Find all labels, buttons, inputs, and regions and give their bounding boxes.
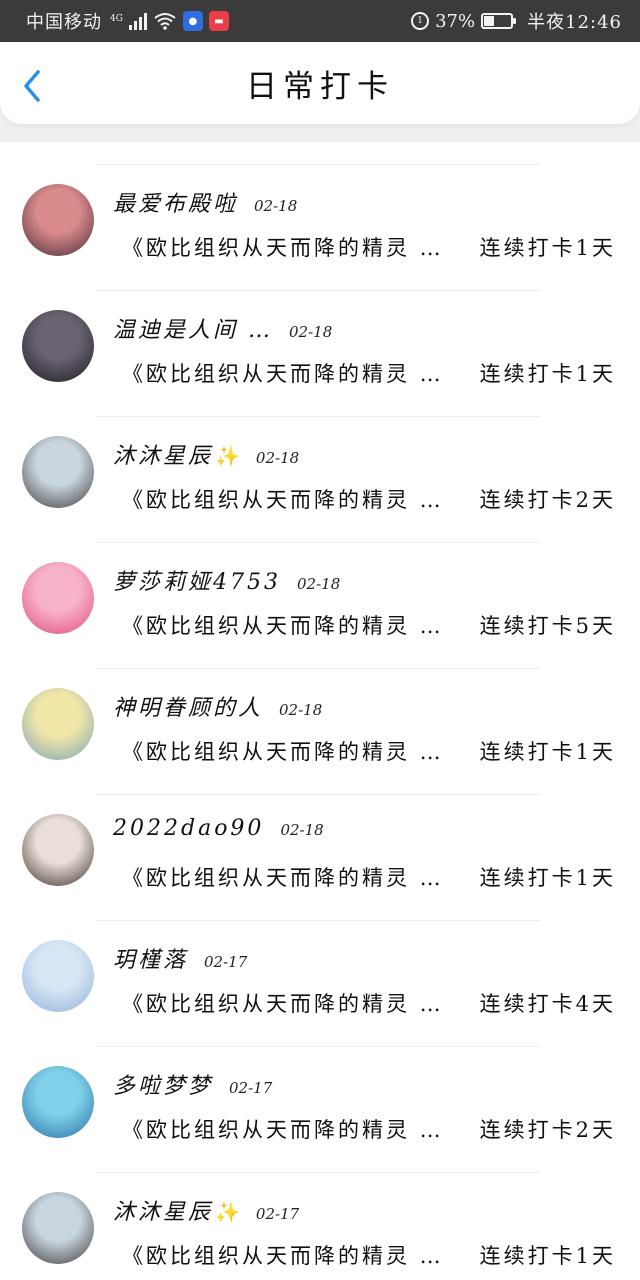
chevron-left-icon[interactable] [16, 68, 52, 104]
book-title[interactable]: 《欧比组织从天而降的精灵 … [122, 484, 444, 514]
user-name[interactable]: 多啦梦梦 [113, 1068, 213, 1100]
user-name[interactable]: 2022dao90 [113, 816, 264, 841]
name-line: 温迪是人间 … 02-18 [113, 312, 332, 344]
avatar[interactable] [22, 184, 94, 256]
book-title[interactable]: 《欧比组织从天而降的精灵 … [122, 736, 444, 766]
streak-count: 连续打卡1天 [479, 236, 616, 260]
user-name[interactable]: 沐沐星辰 [113, 1194, 213, 1226]
checkin-date: 02-18 [289, 323, 333, 341]
book-title[interactable]: 《欧比组织从天而降的精灵 … [122, 610, 444, 640]
book-title[interactable]: 《欧比组织从天而降的精灵 … [122, 232, 444, 262]
name-line: 最爱布殿啦 02-18 [113, 186, 297, 218]
name-line: 2022dao90 02-18 [113, 816, 324, 841]
user-name[interactable]: 沐沐星辰 [113, 438, 213, 470]
status-right: 1 37% 半夜12:46 [411, 8, 622, 34]
checkin-date: 02-18 [297, 575, 341, 593]
status-bar: 中国移动 4G ● ▬ 1 37% 半夜12:46 [0, 0, 640, 42]
user-name[interactable]: 玥槿落 [113, 942, 188, 974]
alarm-icon: 1 [411, 12, 430, 30]
name-line: 沐沐星辰 ✨ 02-17 [113, 1194, 299, 1226]
streak-count: 连续打卡1天 [479, 1244, 616, 1268]
baidu-app-icon: ● [182, 11, 203, 31]
checkin-row[interactable]: 沐沐星辰 ✨ 02-17 《欧比组织从天而降的精灵 … 连续打卡1天 [0, 1172, 640, 1280]
checkin-date: 02-17 [204, 953, 248, 971]
book-title[interactable]: 《欧比组织从天而降的精灵 … [122, 1240, 444, 1270]
huawei-app-icon: ▬ [208, 11, 229, 31]
status-left: 中国移动 4G ● ▬ [26, 8, 229, 34]
checkin-date: 02-18 [254, 197, 298, 215]
avatar[interactable] [22, 1066, 94, 1138]
checkin-date: 02-17 [255, 1205, 300, 1223]
checkin-row[interactable]: 2022dao90 02-18 《欧比组织从天而降的精灵 … 连续打卡1天 [0, 794, 640, 920]
avatar[interactable] [22, 814, 94, 886]
carrier-label: 中国移动 [26, 12, 102, 33]
checkin-date: 02-18 [280, 821, 324, 839]
page-title: 日常打卡 [246, 68, 394, 105]
name-line: 萝莎莉娅4753 02-18 [113, 564, 340, 596]
wifi-icon [154, 13, 176, 30]
streak-count: 连续打卡2天 [479, 1118, 616, 1142]
avatar[interactable] [22, 1192, 94, 1264]
avatar[interactable] [22, 562, 94, 634]
user-name[interactable]: 神明眷顾的人 [113, 690, 263, 722]
book-title[interactable]: 《欧比组织从天而降的精灵 … [122, 988, 444, 1018]
checkin-date: 02-17 [229, 1079, 273, 1097]
checkin-row[interactable]: 萝莎莉娅4753 02-18 《欧比组织从天而降的精灵 … 连续打卡5天 [0, 542, 640, 668]
checkin-row[interactable]: 温迪是人间 … 02-18 《欧比组织从天而降的精灵 … 连续打卡1天 [0, 290, 640, 416]
name-line: 玥槿落 02-17 [113, 942, 247, 974]
avatar[interactable] [22, 940, 94, 1012]
sparkle-icon: ✨ [215, 1200, 240, 1224]
avatar[interactable] [22, 436, 94, 508]
sparkle-icon: ✨ [215, 444, 240, 468]
book-title[interactable]: 《欧比组织从天而降的精灵 … [122, 358, 444, 388]
name-line: 神明眷顾的人 02-18 [113, 690, 322, 722]
avatar[interactable] [22, 310, 94, 382]
header-area: 日常打卡 [0, 42, 640, 142]
user-name[interactable]: 萝莎莉娅4753 [113, 564, 281, 596]
user-name[interactable]: 最爱布殿啦 [113, 186, 238, 218]
streak-count: 连续打卡1天 [479, 362, 616, 386]
streak-count: 连续打卡1天 [479, 740, 616, 764]
name-line: 沐沐星辰 ✨ 02-18 [113, 438, 299, 470]
name-line: 多啦梦梦 02-17 [113, 1068, 272, 1100]
checkin-row[interactable]: 最爱布殿啦 02-18 《欧比组织从天而降的精灵 … 连续打卡1天 [0, 164, 640, 290]
checkin-list: 最爱布殿啦 02-18 《欧比组织从天而降的精灵 … 连续打卡1天 温迪是人间 … 02-… [0, 142, 640, 1280]
app-header: 日常打卡 [0, 42, 640, 124]
clock-time: 半夜12:46 [527, 12, 622, 33]
streak-count: 连续打卡5天 [479, 614, 616, 638]
streak-count: 连续打卡2天 [479, 488, 616, 512]
battery-percent: 37% [435, 10, 476, 32]
battery-icon [481, 13, 517, 29]
checkin-row[interactable]: 多啦梦梦 02-17 《欧比组织从天而降的精灵 … 连续打卡2天 [0, 1046, 640, 1172]
streak-count: 连续打卡4天 [479, 992, 616, 1016]
checkin-date: 02-18 [255, 449, 300, 467]
book-title[interactable]: 《欧比组织从天而降的精灵 … [122, 862, 444, 892]
network-type-label: 4G [110, 14, 123, 24]
battery-fill [484, 16, 495, 26]
signal-icon [128, 12, 147, 30]
book-title[interactable]: 《欧比组织从天而降的精灵 … [122, 1114, 444, 1144]
checkin-row[interactable]: 神明眷顾的人 02-18 《欧比组织从天而降的精灵 … 连续打卡1天 [0, 668, 640, 794]
avatar[interactable] [22, 688, 94, 760]
checkin-row[interactable]: 玥槿落 02-17 《欧比组织从天而降的精灵 … 连续打卡4天 [0, 920, 640, 1046]
checkin-date: 02-18 [279, 701, 323, 719]
checkin-row[interactable]: 沐沐星辰 ✨ 02-18 《欧比组织从天而降的精灵 … 连续打卡2天 [0, 416, 640, 542]
streak-count: 连续打卡1天 [479, 866, 616, 890]
user-name[interactable]: 温迪是人间 … [113, 312, 273, 344]
